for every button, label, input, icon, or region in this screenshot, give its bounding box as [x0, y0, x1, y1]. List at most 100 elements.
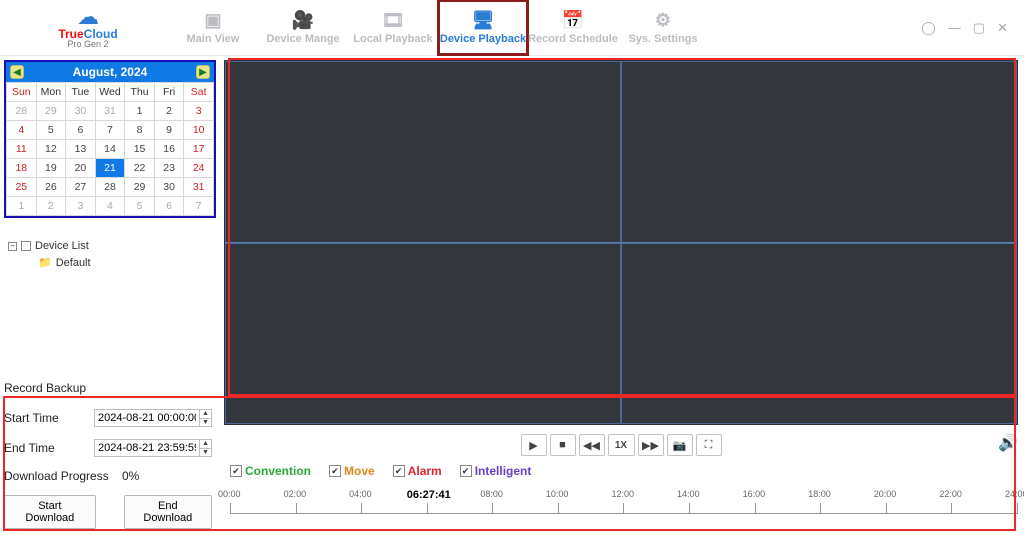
timeline[interactable]: 00:0002:0004:0006:27:4108:0010:0012:0014…	[224, 491, 1018, 529]
window-controls: ◯ — ▢ ✕	[921, 20, 1016, 36]
user-icon[interactable]: ◯	[921, 20, 936, 36]
maximize-icon[interactable]: ▢	[973, 20, 985, 36]
end-download-button[interactable]: End Download	[124, 495, 212, 529]
calendar-day[interactable]: 14	[95, 140, 125, 159]
calendar-day[interactable]: 7	[184, 197, 214, 216]
end-time-stepper[interactable]: ▲▼	[199, 440, 211, 456]
calendar-day[interactable]: 9	[154, 121, 184, 140]
nav-device-playback[interactable]: 🖥Device Playback	[438, 0, 528, 55]
timeline-tick-label: 04:00	[349, 489, 372, 499]
device-list-item-default[interactable]: 📁 Default	[38, 256, 216, 269]
nav-main-view[interactable]: ▣Main View	[168, 0, 258, 55]
folder-icon: 📁	[38, 256, 52, 269]
calendar-day[interactable]: 2	[36, 197, 66, 216]
timeline-tick-label: 24:00	[1005, 489, 1024, 499]
calendar-day[interactable]: 27	[66, 178, 96, 197]
calendar-dow: Sun	[7, 83, 37, 102]
calendar-day[interactable]: 24	[184, 159, 214, 178]
end-time-input[interactable]	[95, 440, 199, 456]
checkbox-icon: ✔	[329, 465, 341, 477]
sound-icon[interactable]: 🔊	[998, 433, 1018, 453]
playback-controls: ▶ ■ ◀◀ 1X ▶▶ 📷 ⛶ 🔊	[224, 431, 1018, 459]
calendar-day[interactable]: 28	[7, 102, 37, 121]
calendar-day[interactable]: 31	[95, 102, 125, 121]
playback-panel: ▶ ■ ◀◀ 1X ▶▶ 📷 ⛶ 🔊 ✔Convention ✔Move ✔Al…	[220, 56, 1024, 535]
nav-device-manage[interactable]: 🎥Device Mange	[258, 0, 348, 55]
nav-record-schedule[interactable]: 📅Record Schedule	[528, 0, 618, 55]
filter-intelligent[interactable]: ✔Intelligent	[460, 464, 532, 478]
timeline-tick-label: 02:00	[284, 489, 307, 499]
nav-local-playback[interactable]: 🎞Local Playback	[348, 0, 438, 55]
calendar-day[interactable]: 16	[154, 140, 184, 159]
calendar-day[interactable]: 3	[184, 102, 214, 121]
calendar-day[interactable]: 30	[66, 102, 96, 121]
calendar-day[interactable]: 23	[154, 159, 184, 178]
close-icon[interactable]: ✕	[997, 20, 1008, 36]
device-list-expander[interactable]: −	[8, 242, 17, 251]
video-cell-2[interactable]	[621, 61, 1017, 243]
fast-forward-button[interactable]: ▶▶	[638, 434, 664, 456]
snapshot-button[interactable]: 📷	[667, 434, 693, 456]
calendar-day[interactable]: 12	[36, 140, 66, 159]
fullscreen-button[interactable]: ⛶	[696, 434, 722, 456]
calendar-dow: Mon	[36, 83, 66, 102]
calendar-day[interactable]: 29	[125, 178, 155, 197]
calendar-dow: Fri	[154, 83, 184, 102]
video-cell-1[interactable]	[225, 61, 621, 243]
checkbox-icon: ✔	[230, 465, 242, 477]
video-grid[interactable]	[224, 60, 1018, 425]
video-cell-4[interactable]	[621, 243, 1017, 425]
calendar-day[interactable]: 5	[125, 197, 155, 216]
video-cell-3[interactable]	[225, 243, 621, 425]
calendar-day[interactable]: 10	[184, 121, 214, 140]
calendar-day[interactable]: 21	[95, 159, 125, 178]
timeline-tick-label: 20:00	[874, 489, 897, 499]
start-download-button[interactable]: Start Download	[4, 495, 96, 529]
timeline-tick-label: 10:00	[546, 489, 569, 499]
calendar-day[interactable]: 20	[66, 159, 96, 178]
calendar-day[interactable]: 15	[125, 140, 155, 159]
calendar-day[interactable]: 18	[7, 159, 37, 178]
calendar-day[interactable]: 4	[7, 121, 37, 140]
calendar-day[interactable]: 17	[184, 140, 214, 159]
calendar-day[interactable]: 4	[95, 197, 125, 216]
calendar-day[interactable]: 1	[7, 197, 37, 216]
calendar-day[interactable]: 3	[66, 197, 96, 216]
checkbox-icon: ✔	[460, 465, 472, 477]
filter-alarm[interactable]: ✔Alarm	[393, 464, 442, 478]
calendar-day[interactable]: 6	[66, 121, 96, 140]
calendar-next-button[interactable]: ▶	[196, 65, 210, 79]
filter-convention[interactable]: ✔Convention	[230, 464, 311, 478]
calendar-day[interactable]: 29	[36, 102, 66, 121]
stop-button[interactable]: ■	[550, 434, 576, 456]
timeline-tick-label: 18:00	[808, 489, 831, 499]
minimize-icon[interactable]: —	[948, 20, 961, 35]
calendar-day[interactable]: 13	[66, 140, 96, 159]
calendar-day[interactable]: 6	[154, 197, 184, 216]
calendar-day[interactable]: 1	[125, 102, 155, 121]
calendar-day[interactable]: 26	[36, 178, 66, 197]
calendar-day[interactable]: 7	[95, 121, 125, 140]
start-time-input[interactable]	[95, 410, 199, 426]
calendar-dow: Sat	[184, 83, 214, 102]
device-list-checkbox[interactable]	[21, 241, 31, 251]
calendar-day[interactable]: 30	[154, 178, 184, 197]
play-button[interactable]: ▶	[521, 434, 547, 456]
calendar-day[interactable]: 19	[36, 159, 66, 178]
calendar-day[interactable]: 25	[7, 178, 37, 197]
filter-move[interactable]: ✔Move	[329, 464, 375, 478]
download-progress-value: 0%	[122, 469, 139, 483]
rewind-button[interactable]: ◀◀	[579, 434, 605, 456]
nav-sys-settings[interactable]: ⚙Sys. Settings	[618, 0, 708, 55]
calendar-day[interactable]: 22	[125, 159, 155, 178]
calendar-day[interactable]: 2	[154, 102, 184, 121]
calendar-day[interactable]: 28	[95, 178, 125, 197]
calendar-day[interactable]: 8	[125, 121, 155, 140]
timeline-tick-label: 16:00	[743, 489, 766, 499]
calendar-day[interactable]: 31	[184, 178, 214, 197]
calendar-day[interactable]: 5	[36, 121, 66, 140]
calendar-prev-button[interactable]: ◀	[10, 65, 24, 79]
speed-indicator[interactable]: 1X	[608, 434, 635, 456]
calendar-day[interactable]: 11	[7, 140, 37, 159]
start-time-stepper[interactable]: ▲▼	[199, 410, 211, 426]
